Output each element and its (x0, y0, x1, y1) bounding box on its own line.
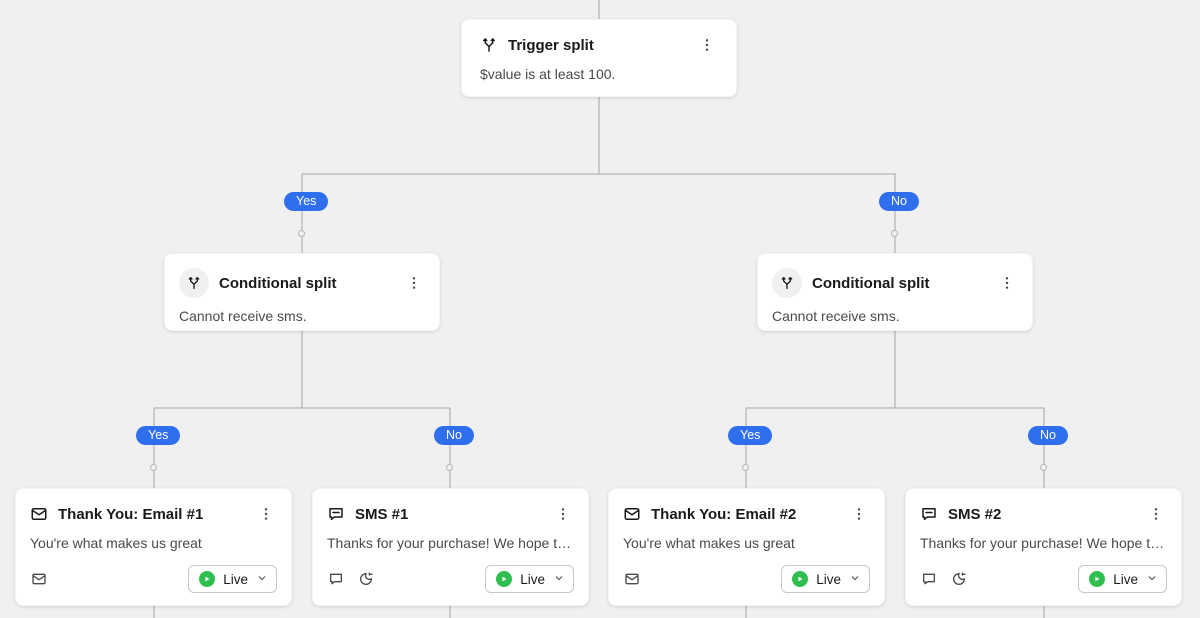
quiet-hours-icon (357, 570, 375, 588)
sms-node[interactable]: SMS #2 Thanks for your purchase! We hope… (905, 488, 1182, 606)
status-dropdown[interactable]: Live (781, 565, 870, 593)
chevron-down-icon (256, 572, 268, 587)
conditional-split-title: Conditional split (219, 275, 393, 292)
sms-icon (920, 505, 938, 523)
node-menu-button[interactable] (255, 503, 277, 525)
email-outline-icon (623, 570, 641, 588)
node-menu-button[interactable] (696, 34, 718, 56)
quiet-hours-icon (950, 570, 968, 588)
branch-pill-no: No (879, 192, 919, 211)
email-node[interactable]: Thank You: Email #1 You're what makes us… (15, 488, 292, 606)
split-icon (772, 268, 802, 298)
node-menu-button[interactable] (403, 272, 425, 294)
sms-icon (327, 505, 345, 523)
chevron-down-icon (553, 572, 565, 587)
branch-pill-no: No (1028, 426, 1068, 445)
trigger-split-description: $value is at least 100. (480, 66, 718, 82)
sms-outline-icon (327, 570, 345, 588)
trigger-split-title: Trigger split (508, 37, 686, 54)
connector-add-dot[interactable] (1040, 464, 1047, 471)
email-icon (30, 505, 48, 523)
split-icon (179, 268, 209, 298)
split-icon (480, 36, 498, 54)
status-dropdown[interactable]: Live (188, 565, 277, 593)
status-dropdown[interactable]: Live (485, 565, 574, 593)
chevron-down-icon (849, 572, 861, 587)
status-label: Live (816, 572, 841, 587)
node-menu-button[interactable] (996, 272, 1018, 294)
branch-pill-yes: Yes (136, 426, 180, 445)
status-label: Live (223, 572, 248, 587)
connector-add-dot[interactable] (742, 464, 749, 471)
play-status-icon (1089, 571, 1105, 587)
status-label: Live (520, 572, 545, 587)
connector-add-dot[interactable] (298, 230, 305, 237)
email-node-title: Thank You: Email #2 (651, 506, 838, 523)
play-status-icon (496, 571, 512, 587)
email-node-description: You're what makes us great (623, 535, 870, 551)
play-status-icon (199, 571, 215, 587)
trigger-split-node[interactable]: Trigger split $value is at least 100. (461, 19, 737, 97)
conditional-split-title: Conditional split (812, 275, 986, 292)
sms-node-title: SMS #2 (948, 506, 1135, 523)
node-menu-button[interactable] (848, 503, 870, 525)
branch-pill-yes: Yes (728, 426, 772, 445)
sms-node-description: Thanks for your purchase! We hope that … (327, 535, 574, 551)
branch-pill-yes: Yes (284, 192, 328, 211)
status-label: Live (1113, 572, 1138, 587)
status-dropdown[interactable]: Live (1078, 565, 1167, 593)
email-node-title: Thank You: Email #1 (58, 506, 245, 523)
connector-add-dot[interactable] (891, 230, 898, 237)
sms-node-title: SMS #1 (355, 506, 542, 523)
email-node-description: You're what makes us great (30, 535, 277, 551)
chevron-down-icon (1146, 572, 1158, 587)
conditional-split-description: Cannot receive sms. (179, 308, 425, 324)
node-menu-button[interactable] (552, 503, 574, 525)
connector-add-dot[interactable] (446, 464, 453, 471)
conditional-split-node[interactable]: Conditional split Cannot receive sms. (757, 253, 1033, 331)
sms-node-description: Thanks for your purchase! We hope that … (920, 535, 1167, 551)
sms-outline-icon (920, 570, 938, 588)
play-status-icon (792, 571, 808, 587)
branch-pill-no: No (434, 426, 474, 445)
conditional-split-node[interactable]: Conditional split Cannot receive sms. (164, 253, 440, 331)
email-node[interactable]: Thank You: Email #2 You're what makes us… (608, 488, 885, 606)
conditional-split-description: Cannot receive sms. (772, 308, 1018, 324)
email-outline-icon (30, 570, 48, 588)
node-menu-button[interactable] (1145, 503, 1167, 525)
connector-add-dot[interactable] (150, 464, 157, 471)
email-icon (623, 505, 641, 523)
sms-node[interactable]: SMS #1 Thanks for your purchase! We hope… (312, 488, 589, 606)
